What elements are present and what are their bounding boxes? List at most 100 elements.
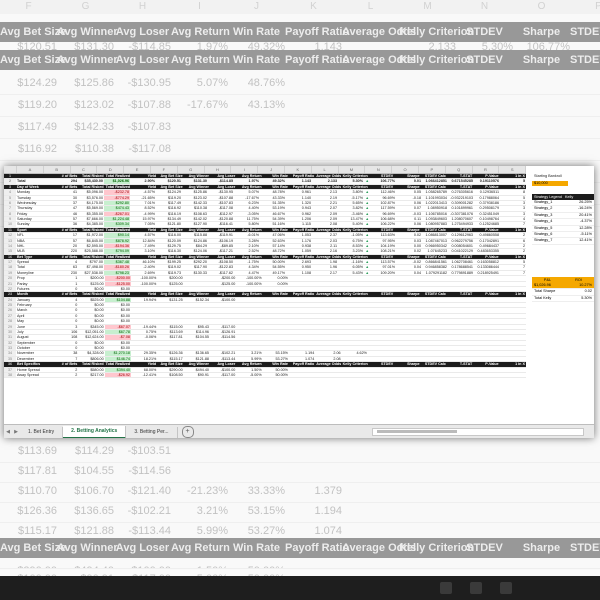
cell[interactable]: -0.307381076 (448, 212, 474, 216)
cell[interactable]: 2 (500, 244, 526, 248)
cell[interactable]: $114.96 (184, 330, 210, 334)
cell[interactable] (236, 319, 262, 323)
cell[interactable]: 0.32451049 (474, 212, 500, 216)
cell[interactable]: 2.37 (312, 233, 338, 237)
cell[interactable] (394, 287, 420, 291)
cell[interactable]: -3.46% (338, 212, 364, 216)
cell[interactable]: $0.00 (78, 303, 104, 307)
cell[interactable]: 2.13 (312, 190, 338, 194)
cell[interactable]: $131.25 (157, 298, 183, 302)
cell[interactable]: -4.99% (130, 212, 156, 216)
cell[interactable]: 1.079291182 (422, 271, 448, 275)
cell[interactable]: 109.20% (370, 271, 396, 275)
cell[interactable]: -$117.08 (208, 206, 234, 210)
row-number[interactable]: 14 (4, 243, 16, 249)
cell[interactable]: -100.00% (131, 276, 157, 280)
cell[interactable]: 3.80% (338, 190, 364, 194)
cell[interactable]: 38 (52, 351, 78, 355)
cell[interactable]: 106.77% (370, 179, 396, 183)
cell[interactable] (289, 346, 315, 350)
cell[interactable] (184, 287, 210, 291)
cell[interactable] (394, 357, 420, 361)
cell[interactable] (500, 368, 526, 372)
column-letter[interactable]: A (17, 166, 44, 173)
cell[interactable]: 3 (500, 206, 526, 210)
cell[interactable] (315, 314, 341, 318)
cell[interactable]: $12,051.00 (78, 330, 104, 334)
cell[interactable]: $67.78 (104, 329, 131, 335)
cell[interactable] (421, 298, 447, 302)
row-label[interactable]: NBA (16, 239, 52, 243)
cell[interactable]: 0 (52, 346, 78, 350)
cell[interactable] (473, 303, 499, 307)
cell[interactable]: $806.00 (78, 357, 104, 361)
cell[interactable]: 54.39% (260, 217, 286, 221)
column-letter[interactable]: K (285, 166, 312, 173)
cell[interactable] (263, 325, 289, 329)
row-label[interactable]: May (16, 319, 52, 323)
cell[interactable]: -6.01% (234, 233, 260, 237)
cell[interactable] (473, 357, 499, 361)
row-number[interactable]: 16 (4, 254, 16, 259)
cell[interactable] (500, 303, 526, 307)
cell[interactable]: $5,096.00 (78, 190, 104, 194)
cell[interactable]: 51.16% (260, 222, 286, 226)
cell[interactable]: $142.02 (182, 217, 208, 221)
cell[interactable] (421, 341, 447, 345)
cell[interactable]: 1.087467013 (422, 239, 448, 243)
cell[interactable]: $200.00 (78, 276, 104, 280)
cell[interactable] (131, 319, 157, 323)
row-number[interactable]: 2 (4, 179, 16, 184)
cell[interactable] (210, 308, 236, 312)
cell[interactable]: $117.81 (157, 335, 183, 339)
row-label[interactable]: Prop (16, 276, 52, 280)
row-label[interactable]: Total (16, 179, 52, 183)
cell[interactable]: 1.115 (286, 222, 312, 226)
cell[interactable] (394, 346, 420, 350)
cell[interactable]: 3.21% (236, 351, 262, 355)
row-number[interactable]: 18 (4, 265, 16, 270)
cell[interactable]: $525.00 (78, 298, 104, 302)
cell[interactable]: -$117.21 (208, 249, 234, 253)
cell[interactable] (447, 282, 473, 286)
cell[interactable]: 3.10% (130, 249, 156, 253)
cell[interactable] (263, 346, 289, 350)
cell[interactable] (421, 282, 447, 286)
cell[interactable]: 0.06 (396, 201, 422, 205)
cell[interactable]: 96.69% (370, 212, 396, 216)
cell[interactable]: 36 (52, 222, 78, 226)
row-number[interactable]: 7 (4, 206, 16, 211)
cell[interactable] (421, 303, 447, 307)
cell[interactable]: 0.163058812 (474, 260, 500, 264)
cell[interactable]: 0 (52, 308, 78, 312)
cell[interactable] (263, 319, 289, 323)
cell[interactable] (473, 298, 499, 302)
cell[interactable]: $0.00 (78, 341, 104, 345)
cell[interactable] (315, 287, 341, 291)
cell[interactable]: -$114.85 (208, 179, 234, 183)
row-number[interactable]: 3 (4, 184, 16, 190)
cell[interactable]: $129.75 (156, 244, 182, 248)
cell[interactable]: $142.33 (182, 201, 208, 205)
cell[interactable]: 1.50% (236, 368, 262, 372)
cell[interactable]: 50.00% (263, 368, 289, 372)
cell[interactable]: $115.00 (157, 325, 183, 329)
cell[interactable] (368, 303, 394, 307)
cell[interactable] (315, 303, 341, 307)
cell[interactable] (500, 351, 526, 355)
cell[interactable]: $494.40 (184, 368, 210, 372)
cell[interactable]: $127.90 (182, 222, 208, 226)
cell[interactable]: $124.06 (182, 249, 208, 253)
cell[interactable] (447, 276, 473, 280)
cell[interactable] (289, 319, 315, 323)
cell[interactable] (421, 368, 447, 372)
cell[interactable]: 0.11 (396, 217, 422, 221)
cell[interactable]: 1.208070607 (448, 217, 474, 221)
cell[interactable]: 294 (52, 179, 78, 183)
cell[interactable]: 102.87% (370, 201, 396, 205)
cell[interactable]: $116.30 (156, 249, 182, 253)
cell[interactable]: 2 (52, 373, 78, 377)
cell[interactable]: $116.00 (156, 233, 182, 237)
cell[interactable]: 5.80% (234, 222, 260, 226)
cell[interactable]: $4,385.00 (78, 222, 104, 226)
